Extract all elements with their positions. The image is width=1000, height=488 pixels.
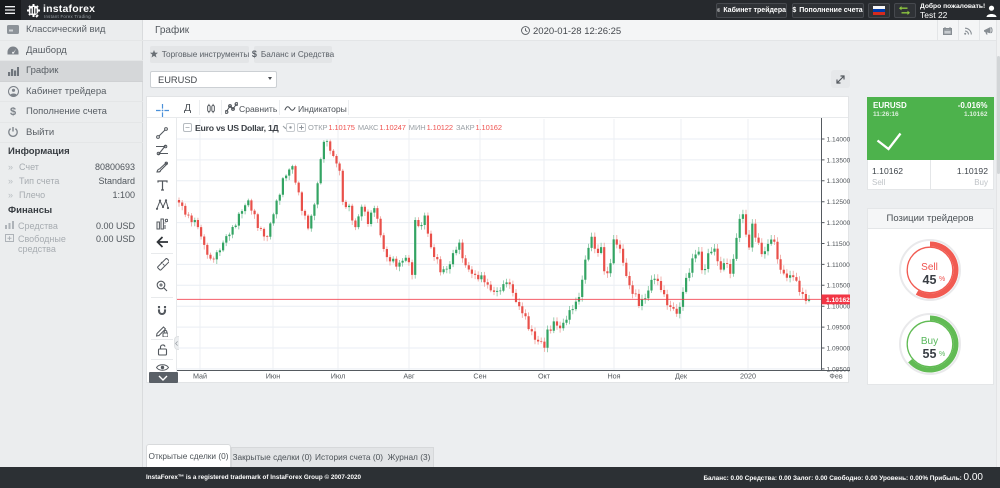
svg-text:Окт: Окт bbox=[538, 371, 551, 380]
svg-text:1.11000: 1.11000 bbox=[827, 262, 851, 269]
svg-text:1.13000: 1.13000 bbox=[827, 178, 851, 185]
svg-text:Сен: Сен bbox=[473, 371, 486, 380]
svg-text:Фев: Фев bbox=[829, 371, 842, 380]
svg-text:1.09000: 1.09000 bbox=[827, 345, 851, 352]
svg-text:1.09500: 1.09500 bbox=[827, 325, 851, 332]
svg-text:Июн: Июн bbox=[266, 371, 281, 380]
svg-text:1.10000: 1.10000 bbox=[827, 304, 851, 311]
svg-text:Авг: Авг bbox=[403, 371, 415, 380]
svg-text:1.12500: 1.12500 bbox=[827, 199, 851, 206]
svg-text:1.11500: 1.11500 bbox=[827, 241, 851, 248]
svg-text:Июл: Июл bbox=[331, 371, 346, 380]
svg-text:2020: 2020 bbox=[740, 371, 756, 380]
svg-text:Дек: Дек bbox=[675, 371, 688, 380]
svg-text:Май: Май bbox=[193, 371, 207, 380]
svg-text:1.10162: 1.10162 bbox=[826, 297, 850, 304]
svg-text:1.13500: 1.13500 bbox=[827, 157, 851, 164]
svg-text:Ноя: Ноя bbox=[607, 371, 620, 380]
svg-text:1.10500: 1.10500 bbox=[827, 283, 851, 290]
svg-text:1.12000: 1.12000 bbox=[827, 220, 851, 227]
svg-text:1.14000: 1.14000 bbox=[827, 136, 851, 143]
